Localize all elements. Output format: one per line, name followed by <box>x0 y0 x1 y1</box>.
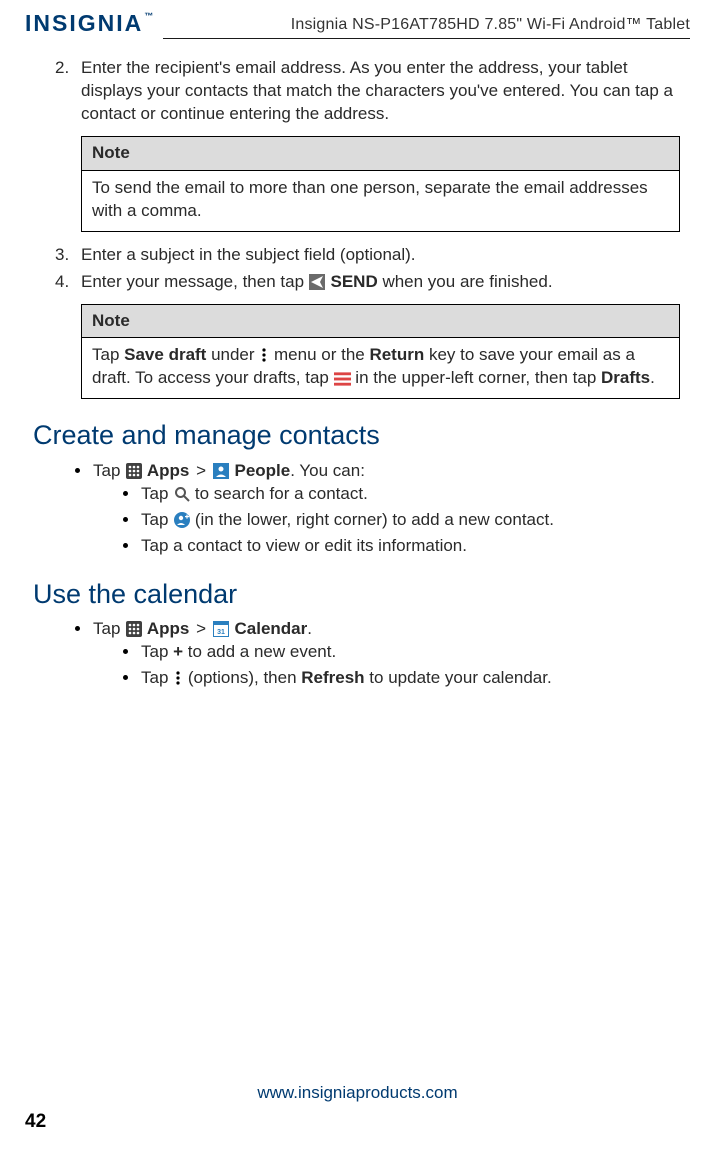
step-4: 4. Enter your message, then tap SEND whe… <box>55 271 682 294</box>
calendar-label: Calendar <box>234 619 307 638</box>
contacts-sublist: Tap to search for a contact. Tap (in the… <box>123 483 682 558</box>
section-heading-calendar: Use the calendar <box>33 576 682 612</box>
text-segment: in the upper-left corner, then tap <box>351 368 601 387</box>
page-header: INSIGNIA™ Insignia NS-P16AT785HD 7.85" W… <box>25 8 690 39</box>
calendar-sublist: Tap + to add a new event. Tap (options),… <box>123 641 682 690</box>
text-segment: to add a new event. <box>183 642 336 661</box>
text-segment: (in the lower, right corner) to add a ne… <box>190 510 554 529</box>
trademark-symbol: ™ <box>144 10 153 22</box>
menu-dots-icon <box>259 347 269 364</box>
text-segment: Tap <box>141 484 173 503</box>
menu-dots-icon <box>173 669 183 686</box>
drafts-label: Drafts <box>601 368 650 387</box>
step-text: Enter a subject in the subject field (op… <box>81 244 682 267</box>
brand-text: INSIGNIA <box>25 8 143 39</box>
return-key-label: Return <box>369 345 424 364</box>
calendar-list: Tap Apps > 31 Calendar. Tap + to add a n… <box>75 618 682 690</box>
note-header: Note <box>82 305 679 339</box>
refresh-label: Refresh <box>301 668 364 687</box>
send-label: SEND <box>330 272 377 291</box>
list-item: Tap a contact to view or edit its inform… <box>123 535 682 558</box>
text-segment: Tap <box>141 668 173 687</box>
note-box-1: Note To send the email to more than one … <box>81 136 680 232</box>
hamburger-icon <box>334 371 351 388</box>
send-icon <box>309 273 326 290</box>
page-number: 42 <box>25 1109 690 1135</box>
note-box-2: Note Tap Save draft under menu or the Re… <box>81 304 680 400</box>
step-number: 4. <box>55 271 81 294</box>
text-segment: Tap <box>141 510 173 529</box>
svg-text:31: 31 <box>217 629 225 636</box>
note-header: Note <box>82 137 679 171</box>
brand-logo: INSIGNIA™ <box>25 8 153 39</box>
contacts-list: Tap Apps > People. You can: Tap to searc… <box>75 460 682 558</box>
step-number: 2. <box>55 57 81 126</box>
apps-icon <box>125 462 142 479</box>
step-list-b: 3. Enter a subject in the subject field … <box>55 244 682 294</box>
page-footer: www.insigniaproducts.com 42 <box>25 1082 690 1135</box>
step-text: Enter the recipient's email address. As … <box>81 57 682 126</box>
text-segment: . <box>307 619 312 638</box>
list-item: Tap to search for a contact. <box>123 483 682 506</box>
text-segment: to search for a contact. <box>190 484 368 503</box>
list-item: Tap Apps > People. You can: Tap to searc… <box>75 460 682 558</box>
footer-url: www.insigniaproducts.com <box>25 1082 690 1105</box>
text-segment: . You can: <box>290 461 365 480</box>
save-draft-label: Save draft <box>124 345 206 364</box>
text-segment: menu or the <box>269 345 369 364</box>
text-segment: to update your calendar. <box>365 668 552 687</box>
text-segment: Tap <box>141 642 173 661</box>
text-segment: under <box>206 345 259 364</box>
add-contact-icon <box>173 511 190 528</box>
breadcrumb-separator: > <box>189 461 212 480</box>
product-title: Insignia NS-P16AT785HD 7.85" Wi-Fi Andro… <box>291 14 690 36</box>
people-icon <box>213 462 230 479</box>
header-divider <box>163 38 690 39</box>
apps-label: Apps <box>147 461 190 480</box>
list-item: Tap + to add a new event. <box>123 641 682 664</box>
text-segment: (options), then <box>183 668 301 687</box>
apps-label: Apps <box>147 619 190 638</box>
step-2: 2. Enter the recipient's email address. … <box>55 57 682 126</box>
step-text: Enter your message, then tap SEND when y… <box>81 271 682 294</box>
section-heading-contacts: Create and manage contacts <box>33 417 682 453</box>
people-label: People <box>234 461 290 480</box>
text-segment: Tap <box>93 461 125 480</box>
plus-label: + <box>173 642 183 661</box>
calendar-icon: 31 <box>213 620 230 637</box>
text-segment: when you are finished. <box>378 272 553 291</box>
note-body: Tap Save draft under menu or the Return … <box>82 338 679 398</box>
breadcrumb-separator: > <box>189 619 212 638</box>
step-list-a: 2. Enter the recipient's email address. … <box>55 57 682 126</box>
search-icon <box>173 485 190 502</box>
text-segment: Tap <box>93 619 125 638</box>
apps-icon <box>125 620 142 637</box>
step-3: 3. Enter a subject in the subject field … <box>55 244 682 267</box>
list-item: Tap Apps > 31 Calendar. Tap + to add a n… <box>75 618 682 690</box>
list-item: Tap (options), then Refresh to update yo… <box>123 667 682 690</box>
text-segment: Enter your message, then tap <box>81 272 309 291</box>
text-segment: Tap <box>92 345 124 364</box>
note-body: To send the email to more than one perso… <box>82 171 679 231</box>
text-segment: . <box>650 368 655 387</box>
step-number: 3. <box>55 244 81 267</box>
list-item: Tap (in the lower, right corner) to add … <box>123 509 682 532</box>
